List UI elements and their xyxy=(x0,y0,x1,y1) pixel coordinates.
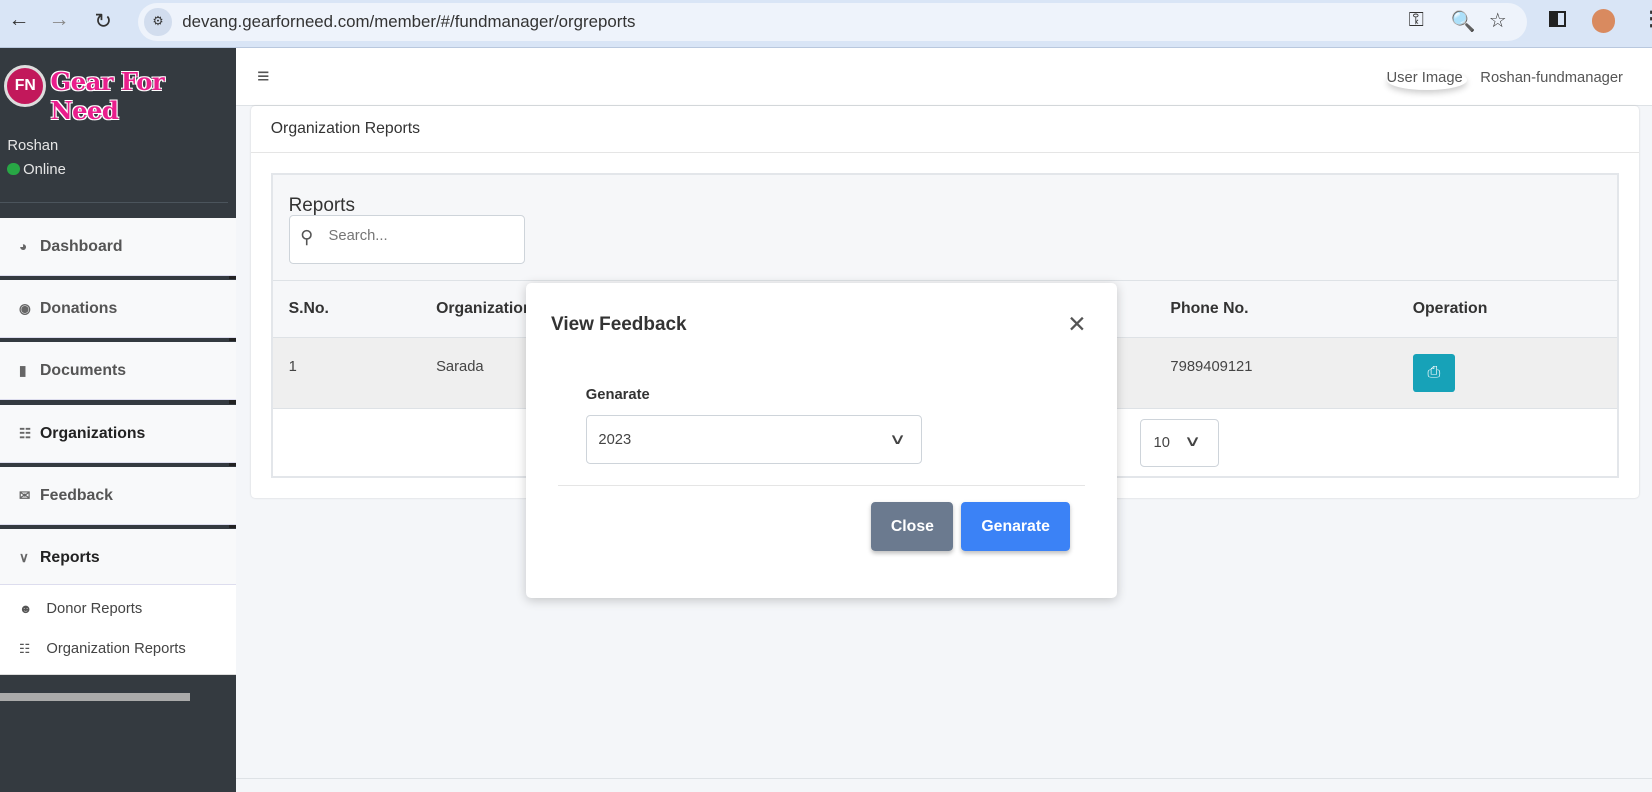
sidebar-item-organizations[interactable]: ☷ Organizations xyxy=(0,404,236,463)
card-title: Organization Reports xyxy=(250,106,1640,153)
envelope-icon: ✉ xyxy=(18,487,31,503)
generate-button[interactable]: Genarate xyxy=(960,501,1071,552)
divider xyxy=(0,202,228,204)
sidebar-item-label: Reports xyxy=(40,548,100,566)
sidebar-item-feedback[interactable]: ✉ Feedback xyxy=(0,466,236,525)
chart-pie-icon: ◕ xyxy=(18,239,28,255)
year-label: Genarate xyxy=(585,386,650,403)
year-value: 2023 xyxy=(598,431,632,448)
sidebar-item-donations[interactable]: ◉ Donations xyxy=(0,280,236,339)
logo-mark: FN xyxy=(4,65,47,108)
reports-submenu: ☻ Donor Reports ☷ Organization Reports xyxy=(0,584,236,676)
column-header-phone[interactable]: Phone No. xyxy=(1170,300,1248,318)
search-input[interactable] xyxy=(328,228,508,245)
user-name: Roshan xyxy=(7,138,59,154)
address-bar[interactable]: ⚙ devang.gearforneed.com/member/#/fundma… xyxy=(138,3,1527,42)
logo-text: Gear For Need xyxy=(50,67,165,126)
cell-organization: Sarada xyxy=(436,359,484,376)
sidebar-item-label: Donations xyxy=(40,300,118,318)
divider xyxy=(228,276,236,280)
column-header-sno[interactable]: S.No. xyxy=(289,300,329,318)
more-menu-icon[interactable]: ⋮ xyxy=(1642,6,1652,31)
logo[interactable]: FN Gear For Need xyxy=(4,65,225,125)
page-size-select[interactable]: 10 ∨ xyxy=(1139,419,1219,467)
divider xyxy=(228,338,236,342)
chevron-down-icon: ∨ xyxy=(18,549,29,565)
column-header-organization[interactable]: Organization xyxy=(436,300,533,318)
hamburger-menu-icon[interactable]: ≡ xyxy=(257,65,269,89)
sidebar-item-label: Documents xyxy=(40,362,127,380)
status-text: Online xyxy=(23,162,66,179)
cell-phone: 7989409121 xyxy=(1170,359,1253,376)
chevron-down-icon: ∨ xyxy=(1183,433,1202,450)
star-icon[interactable]: ☆ xyxy=(1489,8,1507,33)
sidebar: FN Gear For Need Roshan Online ◕ Dashboar… xyxy=(0,48,236,792)
divider xyxy=(558,484,1086,486)
file-icon: ▮ xyxy=(18,363,27,379)
sidebar-subitem-donor-reports[interactable]: ☻ Donor Reports xyxy=(19,601,142,617)
username-link[interactable]: Roshan-fundmanager xyxy=(1480,70,1623,86)
reload-icon[interactable]: ↻ xyxy=(91,8,116,34)
sitemap-icon: ☷ xyxy=(18,641,31,656)
user-image[interactable]: User Image xyxy=(1387,70,1467,90)
divider xyxy=(228,524,236,528)
year-select[interactable]: 2023 ∨ xyxy=(585,415,922,464)
url-text[interactable]: devang.gearforneed.com/member/#/fundmana… xyxy=(182,12,635,32)
money-icon: ◉ xyxy=(18,301,31,317)
user-status: Online xyxy=(7,162,66,179)
print-icon: ⎙ xyxy=(1427,363,1441,381)
key-icon[interactable]: ⚿ xyxy=(1409,9,1424,32)
sitemap-icon: ☷ xyxy=(18,425,32,441)
footer-divider xyxy=(236,777,1652,779)
page-size-value: 10 xyxy=(1153,434,1170,451)
subitem-label: Donor Reports xyxy=(46,600,143,617)
column-header-operation[interactable]: Operation xyxy=(1413,300,1488,318)
back-icon[interactable]: ← xyxy=(6,8,31,32)
side-panel-icon[interactable] xyxy=(1548,10,1566,28)
online-dot-icon xyxy=(7,162,21,176)
sidebar-item-reports[interactable]: ∨ Reports xyxy=(0,528,236,585)
cell-sno: 1 xyxy=(288,359,297,376)
browser-toolbar: ← → ↻ ⚙ devang.gearforneed.com/member/#/… xyxy=(0,0,1652,49)
search-field[interactable]: ⚲ xyxy=(288,214,525,265)
sidebar-item-label: Organizations xyxy=(40,424,146,442)
modal-title: View Feedback xyxy=(551,313,687,335)
close-button[interactable]: Close xyxy=(871,501,954,552)
profile-avatar[interactable] xyxy=(1591,9,1616,33)
divider xyxy=(228,462,236,466)
site-settings-icon[interactable]: ⚙ xyxy=(144,8,172,36)
chevron-down-icon: ∨ xyxy=(889,431,907,448)
print-button[interactable]: ⎙ xyxy=(1412,353,1455,392)
sidebar-subitem-organization-reports[interactable]: ☷ Organization Reports xyxy=(19,641,186,657)
view-feedback-modal: View Feedback ✕ Genarate 2023 ∨ Close Gen… xyxy=(525,283,1117,599)
sidebar-item-dashboard[interactable]: ◕ Dashboard xyxy=(0,218,236,277)
sidebar-item-documents[interactable]: ▮ Documents xyxy=(0,342,236,401)
users-icon: ☻ xyxy=(18,601,33,616)
sidebar-item-label: Feedback xyxy=(40,486,113,504)
divider xyxy=(228,400,236,404)
subitem-label: Organization Reports xyxy=(46,640,186,657)
section-title: Reports xyxy=(288,194,355,216)
forward-icon[interactable]: → xyxy=(46,8,71,32)
close-icon[interactable]: ✕ xyxy=(1067,311,1086,338)
sidebar-scrollbar[interactable] xyxy=(0,693,190,701)
zoom-out-icon[interactable]: 🔍 xyxy=(1451,9,1476,34)
sidebar-item-label: Dashboard xyxy=(40,238,123,256)
table-toolbar: Reports ⚲ xyxy=(272,174,1618,282)
search-icon: ⚲ xyxy=(300,227,314,248)
top-navbar: ≡ User Image Roshan-fundmanager xyxy=(236,48,1652,107)
